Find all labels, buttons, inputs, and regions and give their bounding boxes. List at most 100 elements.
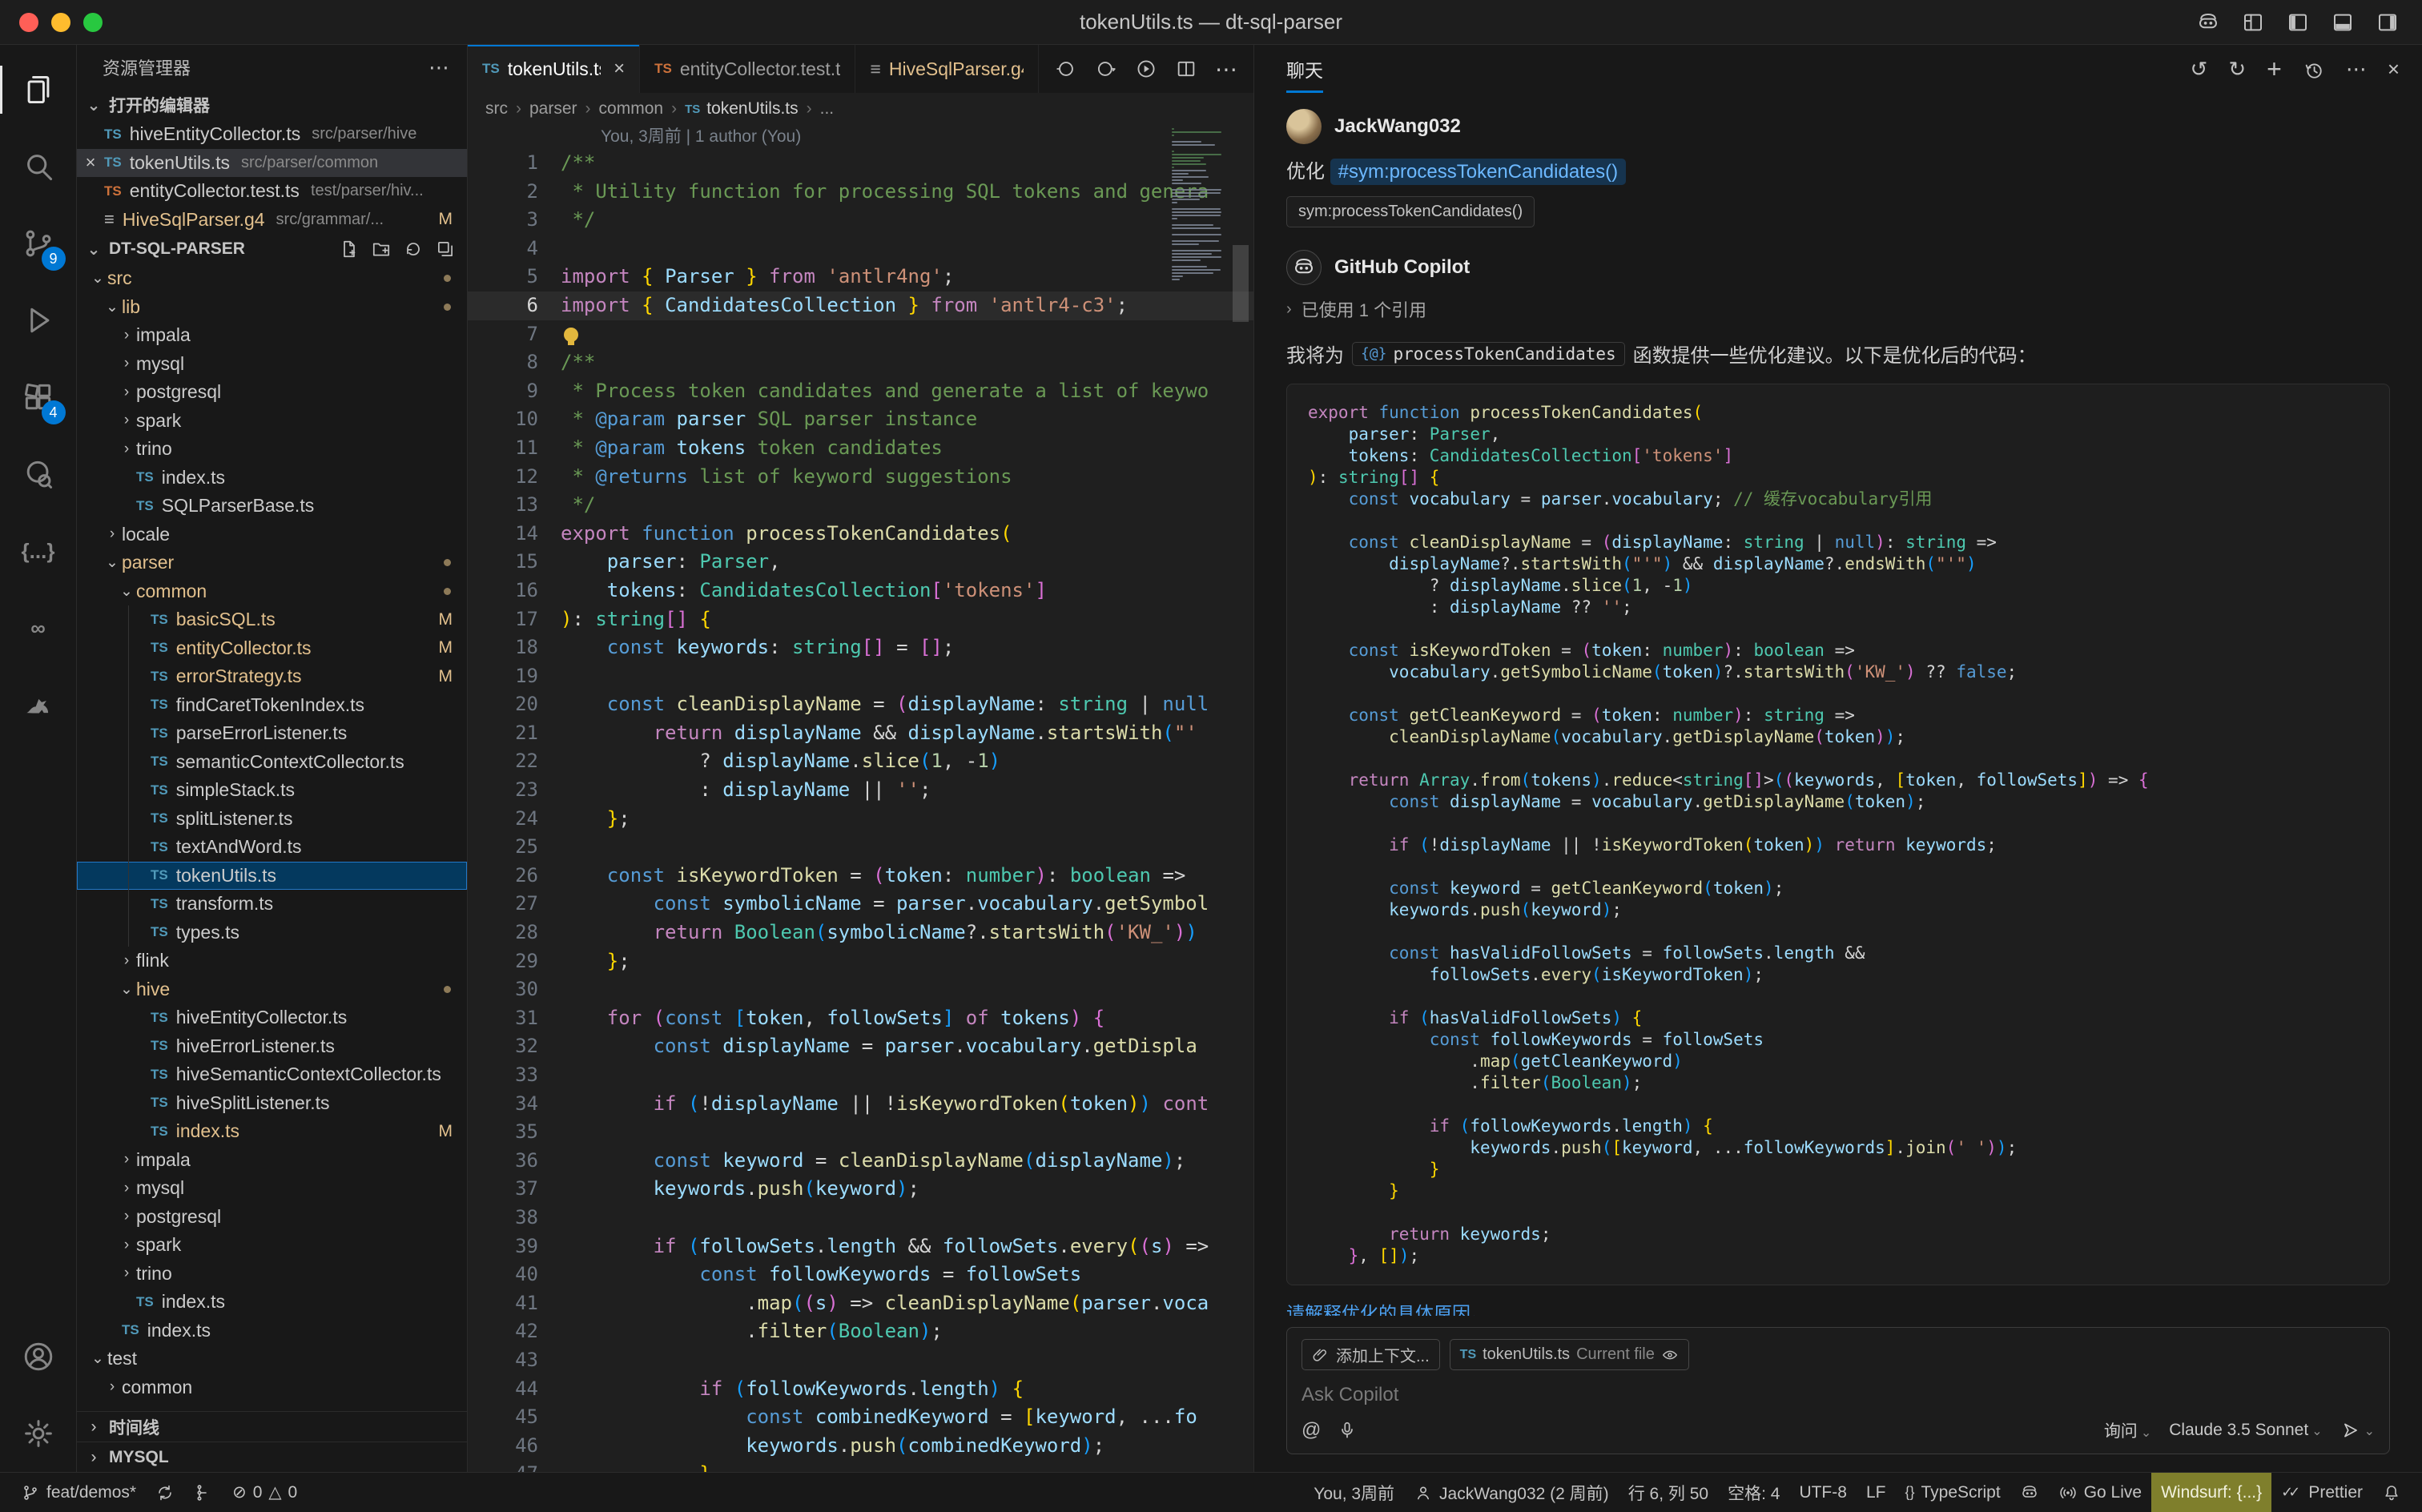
titlebar-actions[interactable] <box>2196 10 2400 34</box>
close-icon[interactable]: × <box>614 58 625 80</box>
tree-file[interactable]: TSSQLParserBase.ts <box>77 492 467 521</box>
tree-file[interactable]: TSindex.tsM <box>77 1117 467 1146</box>
new-file-icon[interactable] <box>339 239 360 259</box>
tree-folder[interactable]: ⌄common <box>77 577 467 606</box>
tree-folder[interactable]: ›postgresql <box>77 1203 467 1232</box>
project-section-header[interactable]: ⌄ DT-SQL-PARSER <box>77 234 467 264</box>
sidebar-more-icon[interactable]: ⋯ <box>428 55 451 80</box>
chat-header-actions[interactable]: ↺↻+⋯× <box>2191 54 2400 84</box>
tree-file[interactable]: TShiveSemanticContextCollector.ts <box>77 1060 467 1089</box>
tree-file[interactable]: TSparseErrorListener.ts <box>77 719 467 748</box>
redo-icon[interactable]: ↻ <box>2228 57 2246 82</box>
context-chip[interactable]: sym:processTokenCandidates() <box>1286 196 1535 227</box>
open-editor-item[interactable]: TSentityCollector.test.tstest/parser/hiv… <box>77 177 467 206</box>
tree-file[interactable]: TSfindCaretTokenIndex.ts <box>77 691 467 720</box>
mention-icon[interactable]: @ <box>1302 1419 1321 1442</box>
activity-item-explorer[interactable] <box>0 51 77 128</box>
symbol-reference-chip[interactable]: #sym:processTokenCandidates() <box>1330 159 1627 185</box>
send-button[interactable]: ⌄ <box>2340 1420 2375 1441</box>
tree-folder[interactable]: ›common <box>77 1373 467 1402</box>
function-chip[interactable]: {@}processTokenCandidates <box>1352 342 1625 366</box>
split-editor-icon[interactable] <box>1175 58 1197 80</box>
close-window-button[interactable] <box>19 13 38 32</box>
editor-scrollbar[interactable] <box>1233 245 1249 322</box>
tree-folder[interactable]: ⌄src <box>77 264 467 293</box>
breadcrumb-item[interactable]: parser <box>529 99 577 119</box>
tree-folder[interactable]: ›trino <box>77 435 467 464</box>
tree-file[interactable]: TSsemanticContextCollector.ts <box>77 748 467 777</box>
tree-file[interactable]: TShiveErrorListener.ts <box>77 1032 467 1061</box>
breadcrumb-item[interactable]: common <box>599 99 664 119</box>
sidebar-section-时间线[interactable]: ›时间线 <box>77 1411 467 1442</box>
tree-folder[interactable]: ›trino <box>77 1260 467 1289</box>
tree-folder[interactable]: ›postgresql <box>77 378 467 407</box>
status-graph-icon[interactable] <box>184 1473 223 1512</box>
status-feat/demos*[interactable]: feat/demos* <box>11 1473 146 1512</box>
chat-code-block[interactable]: export function processTokenCandidates( … <box>1286 384 2390 1285</box>
breadcrumb-item[interactable]: src <box>485 99 508 119</box>
current-file-chip[interactable]: TS tokenUtils.ts Current file <box>1450 1339 1689 1370</box>
titlebar-panel-right-icon[interactable] <box>2376 10 2400 34</box>
nav-forward-icon[interactable] <box>1095 58 1117 80</box>
sidebar-section-MYSQL[interactable]: ›MYSQL <box>77 1442 467 1472</box>
tree-file[interactable]: TStokenUtils.ts <box>77 862 467 891</box>
activity-item-copilot-chat[interactable]: ∞ <box>0 589 77 666</box>
more-icon[interactable]: ⋯ <box>2346 57 2367 82</box>
window-controls[interactable] <box>19 13 103 32</box>
open-editors-header[interactable]: ⌄ 打开的编辑器 <box>77 90 467 120</box>
refresh-icon[interactable] <box>403 239 424 259</box>
tree-file[interactable]: TStextAndWord.ts <box>77 833 467 862</box>
activity-item-braces[interactable]: {...} <box>0 513 77 589</box>
tree-folder[interactable]: ›spark <box>77 1231 467 1260</box>
tree-file[interactable]: TSindex.ts <box>77 1288 467 1317</box>
tree-file[interactable]: TShiveSplitListener.ts <box>77 1089 467 1118</box>
titlebar-panel-left-icon[interactable] <box>2286 10 2310 34</box>
chat-input-box[interactable]: 添加上下文... TS tokenUtils.ts Current file @… <box>1286 1327 2390 1454</box>
tree-file[interactable]: TStypes.ts <box>77 919 467 947</box>
open-editor-item[interactable]: ×TStokenUtils.tssrc/parser/common <box>77 149 467 178</box>
undo-icon[interactable]: ↺ <box>2191 57 2208 82</box>
tree-file[interactable]: TStransform.ts <box>77 890 467 919</box>
open-editor-item[interactable]: ≡HiveSqlParser.g4src/grammar/...M <box>77 206 467 235</box>
tree-folder[interactable]: ›impala <box>77 1146 467 1175</box>
microphone-icon[interactable] <box>1337 1420 1358 1441</box>
tree-folder[interactable]: ⌄test <box>77 1345 467 1373</box>
status-TypeScript[interactable]: {}TypeScript <box>1895 1473 2010 1512</box>
tree-file[interactable]: TSindex.ts <box>77 1317 467 1345</box>
status-Go Live[interactable]: Go Live <box>2049 1473 2151 1512</box>
status-copilot-icon[interactable] <box>2010 1473 2049 1512</box>
more-icon[interactable]: ⋯ <box>1215 56 1237 82</box>
titlebar-copilot-icon[interactable] <box>2196 10 2220 34</box>
activity-item-settings[interactable] <box>0 1395 77 1472</box>
status-sync-icon[interactable] <box>146 1473 184 1512</box>
code-editor[interactable]: You, 3周前 | 1 author (You) 1/**2 * Utilit… <box>468 125 1253 1472</box>
breadcrumb-file[interactable]: TStokenUtils.ts <box>685 99 799 119</box>
close-icon[interactable]: × <box>77 152 104 173</box>
tree-folder[interactable]: ›mysql <box>77 1174 467 1203</box>
activity-item-run-debug[interactable] <box>0 282 77 359</box>
editor-tab[interactable]: TSentityCollector.test.ts <box>640 45 855 93</box>
tree-file[interactable]: TSentityCollector.tsM <box>77 634 467 663</box>
editor-tab[interactable]: TStokenUtils.ts× <box>468 45 640 93</box>
followup-suggestion-link[interactable]: 请解释优化的具体原因。 <box>1286 1298 2390 1316</box>
collapse-icon[interactable] <box>435 239 456 259</box>
tree-folder[interactable]: ⌄hive <box>77 975 467 1004</box>
close-icon[interactable]: × <box>2388 57 2400 82</box>
tree-file[interactable]: TSindex.ts <box>77 464 467 493</box>
tree-folder[interactable]: ⌄lib <box>77 293 467 322</box>
status-Prettier[interactable]: ✓✓Prettier <box>2271 1473 2372 1512</box>
tree-folder[interactable]: ›mysql <box>77 350 467 379</box>
editor-tab[interactable]: ≡HiveSqlParser.g4 <box>855 45 1039 93</box>
add-context-button[interactable]: 添加上下文... <box>1302 1339 1440 1370</box>
tree-folder[interactable]: ›impala <box>77 321 467 350</box>
status-JackWang032 (2 周前)[interactable]: JackWang032 (2 周前) <box>1404 1473 1619 1512</box>
tree-folder[interactable]: ›spark <box>77 407 467 436</box>
chat-tab[interactable]: 聊天 <box>1286 45 1323 93</box>
status-bell-icon[interactable] <box>2372 1473 2411 1512</box>
model-picker-dropdown[interactable]: Claude 3.5 Sonnet⌄ <box>2169 1421 2322 1440</box>
activity-item-kangaroo[interactable] <box>0 666 77 743</box>
nav-back-icon[interactable] <box>1055 58 1077 80</box>
tree-folder[interactable]: ›flink <box>77 947 467 975</box>
new-folder-icon[interactable] <box>371 239 392 259</box>
activity-item-remote-explorer[interactable] <box>0 436 77 513</box>
